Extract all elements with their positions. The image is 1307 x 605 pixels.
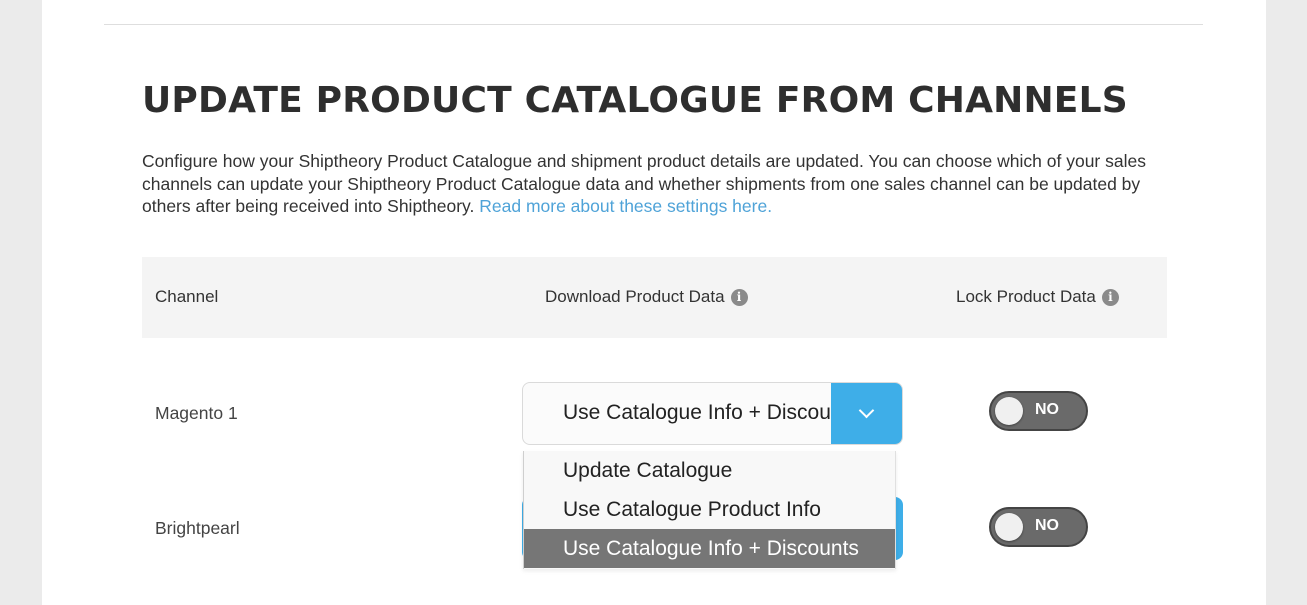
dropdown-button[interactable] [831,383,902,444]
channel-name: Magento 1 [155,403,238,423]
select-value: Use Catalogue Info + Discounts [563,401,859,424]
page-title: UPDATE PRODUCT CATALOGUE FROM CHANNELS [142,80,1128,121]
info-icon[interactable]: i [730,288,748,306]
toggle-knob [995,513,1023,541]
header-download-label: Download Product Data [545,287,725,306]
dropdown-option[interactable]: Use Catalogue Product Info [524,490,895,529]
header-lock: Lock Product Data i [956,287,1119,307]
lock-data-toggle[interactable]: NO [989,391,1088,431]
dropdown-option[interactable]: Update Catalogue [524,451,895,490]
header-channel-label: Channel [155,287,219,306]
section-divider [104,24,1203,25]
header-channel: Channel [155,287,218,307]
dropdown-menu: Update Catalogue Use Catalogue Product I… [523,451,896,569]
toggle-label: NO [1035,401,1059,418]
info-icon[interactable]: i [1101,288,1119,306]
dropdown-option-selected[interactable]: Use Catalogue Info + Discounts [524,529,895,568]
read-more-link[interactable]: Read more about these settings here. [479,196,772,216]
table-header: Channel Download Product Data i Lock Pro… [142,257,1167,338]
header-download: Download Product Data i [545,287,748,307]
chevron-down-icon [858,402,875,419]
header-lock-label: Lock Product Data [956,287,1096,306]
download-data-select[interactable]: Use Catalogue Info + Discounts [522,382,903,445]
toggle-label: NO [1035,517,1059,534]
channel-name: Brightpearl [155,518,240,538]
page-description: Configure how your Shiptheory Product Ca… [142,150,1182,218]
lock-data-toggle[interactable]: NO [989,507,1088,547]
toggle-knob [995,397,1023,425]
